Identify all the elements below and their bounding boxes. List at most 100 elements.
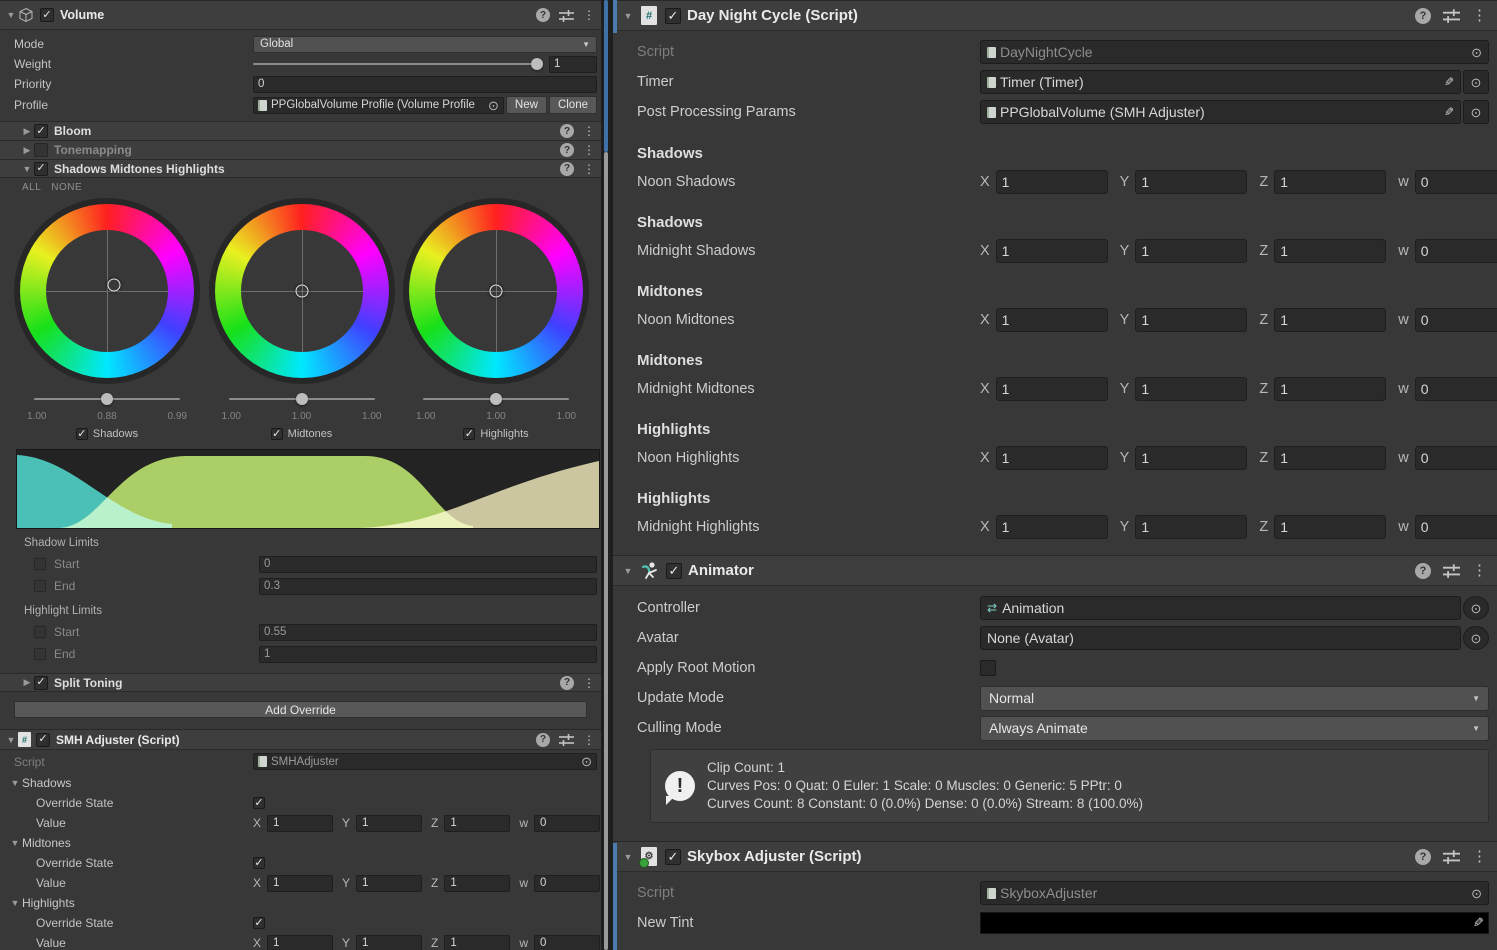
w-field[interactable]: 0 — [1415, 170, 1497, 194]
foldout-arrow-icon[interactable]: ▼ — [621, 11, 635, 21]
z-field[interactable]: 1 — [444, 815, 510, 832]
slider-handle[interactable] — [490, 393, 502, 405]
timer-object-field[interactable]: Timer (Timer) ✎ — [980, 70, 1461, 94]
object-picker-icon[interactable]: ⊙ — [1471, 106, 1482, 119]
help-icon[interactable]: ? — [560, 124, 574, 138]
x-field[interactable]: 1 — [996, 515, 1108, 539]
foldout-arrow-icon[interactable]: ▶ — [20, 126, 34, 137]
foldout-arrow-icon[interactable]: ▼ — [4, 735, 18, 745]
y-field[interactable]: 1 — [356, 935, 422, 950]
foldout-arrow-icon[interactable]: ▼ — [621, 566, 635, 576]
y-field[interactable]: 1 — [356, 815, 422, 832]
slider-handle[interactable] — [101, 393, 113, 405]
x-field[interactable]: 1 — [267, 935, 333, 950]
kebab-menu-icon[interactable]: ⋮ — [583, 9, 595, 21]
foldout-arrow-icon[interactable]: ▼ — [621, 852, 635, 862]
override-state-checkbox[interactable]: ✓ — [253, 857, 265, 869]
y-field[interactable]: 1 — [356, 875, 422, 892]
x-field[interactable]: 1 — [996, 239, 1108, 263]
y-field[interactable]: 1 — [1135, 377, 1247, 401]
color-wheel[interactable] — [14, 198, 200, 384]
weight-slider[interactable] — [253, 57, 543, 71]
wheel-value-slider[interactable] — [34, 392, 180, 406]
limit-checkbox[interactable] — [34, 648, 46, 660]
update-mode-dropdown[interactable]: Normal ▼ — [980, 686, 1489, 711]
limit-checkbox[interactable] — [34, 626, 46, 638]
avatar-object-field[interactable]: None (Avatar) — [980, 626, 1461, 650]
culling-mode-dropdown[interactable]: Always Animate ▼ — [980, 716, 1489, 741]
kebab-menu-icon[interactable]: ⋮ — [1472, 849, 1487, 864]
presets-icon[interactable] — [1443, 8, 1460, 23]
object-picker-icon[interactable]: ⊙ — [1471, 632, 1482, 645]
mode-dropdown[interactable]: Global ▼ — [253, 36, 597, 53]
w-field[interactable]: 0 — [534, 935, 600, 950]
z-field[interactable]: 1 — [1274, 308, 1386, 332]
script-object-field[interactable]: SkyboxAdjuster ⊙ — [980, 881, 1489, 905]
wheel-highlights-checkbox[interactable]: ✓ — [463, 428, 475, 440]
split-toning-enabled-checkbox[interactable]: ✓ — [34, 676, 48, 690]
foldout-arrow-icon[interactable]: ▼ — [8, 778, 22, 788]
color-wheel[interactable] — [403, 198, 589, 384]
kebab-menu-icon[interactable]: ⋮ — [583, 125, 595, 137]
limit-checkbox[interactable] — [34, 580, 46, 592]
limit-checkbox[interactable] — [34, 558, 46, 570]
y-field[interactable]: 1 — [1135, 515, 1247, 539]
new-button[interactable]: New — [506, 96, 547, 114]
z-field[interactable]: 1 — [1274, 446, 1386, 470]
presets-icon[interactable] — [559, 733, 574, 746]
weight-field[interactable]: 1 — [549, 56, 597, 73]
none-button[interactable]: NONE — [51, 182, 82, 196]
x-field[interactable]: 1 — [996, 446, 1108, 470]
skybox-adjuster-enabled-checkbox[interactable]: ✓ — [665, 849, 681, 865]
object-picker-icon[interactable]: ⊙ — [1471, 887, 1482, 900]
y-field[interactable]: 1 — [1135, 308, 1247, 332]
z-field[interactable]: 1 — [1274, 377, 1386, 401]
help-icon[interactable]: ? — [560, 162, 574, 176]
foldout-midtones[interactable]: ▼Midtones — [0, 833, 601, 853]
object-picker-icon[interactable]: ⊙ — [488, 99, 499, 112]
object-picker-icon[interactable]: ⊙ — [1471, 46, 1482, 59]
z-field[interactable]: 1 — [1274, 515, 1386, 539]
eyedropper-icon[interactable]: ✎ — [1473, 915, 1484, 931]
object-picker-icon[interactable]: ⊙ — [581, 755, 592, 768]
w-field[interactable]: 0 — [1415, 446, 1497, 470]
highlight-end-field[interactable]: 1 — [259, 646, 597, 663]
kebab-menu-icon[interactable]: ⋮ — [583, 144, 595, 156]
z-field[interactable]: 1 — [444, 875, 510, 892]
scrollbar-track[interactable] — [604, 0, 608, 152]
edit-pen-icon[interactable]: ✎ — [1444, 76, 1454, 88]
clone-button[interactable]: Clone — [549, 96, 597, 114]
animator-component-header[interactable]: ▼ ✓ Animator ? ⋮ — [613, 555, 1497, 586]
script-object-field[interactable]: DayNightCycle ⊙ — [980, 40, 1489, 64]
help-icon[interactable]: ? — [560, 676, 574, 690]
help-icon[interactable]: ? — [1415, 8, 1431, 24]
foldout-arrow-icon[interactable]: ▼ — [20, 164, 34, 174]
w-field[interactable]: 0 — [534, 815, 600, 832]
y-field[interactable]: 1 — [1135, 446, 1247, 470]
wheel-midtones-checkbox[interactable]: ✓ — [271, 428, 283, 440]
foldout-arrow-icon[interactable]: ▼ — [8, 898, 22, 908]
bloom-override-header[interactable]: ▶ ✓ Bloom ? ⋮ — [0, 121, 601, 140]
tonemapping-enabled-checkbox[interactable] — [34, 143, 48, 157]
foldout-arrow-icon[interactable]: ▶ — [20, 677, 34, 688]
x-field[interactable]: 1 — [267, 815, 333, 832]
w-field[interactable]: 0 — [1415, 308, 1497, 332]
help-icon[interactable]: ? — [536, 8, 550, 22]
foldout-shadows[interactable]: ▼Shadows — [0, 773, 601, 793]
override-state-checkbox[interactable]: ✓ — [253, 917, 265, 929]
smh-enabled-checkbox[interactable]: ✓ — [34, 162, 48, 176]
kebab-menu-icon[interactable]: ⋮ — [1472, 563, 1487, 578]
kebab-menu-icon[interactable]: ⋮ — [1472, 8, 1487, 23]
wheel-value-slider[interactable] — [229, 392, 375, 406]
smh-adjuster-component-header[interactable]: ▼ # ✓ SMH Adjuster (Script) ? ⋮ — [0, 729, 601, 750]
y-field[interactable]: 1 — [1135, 170, 1247, 194]
color-indicator[interactable] — [295, 285, 308, 298]
presets-icon[interactable] — [559, 9, 574, 22]
kebab-menu-icon[interactable]: ⋮ — [583, 677, 595, 689]
w-field[interactable]: 0 — [1415, 515, 1497, 539]
presets-icon[interactable] — [1443, 849, 1460, 864]
object-picker-icon[interactable]: ⊙ — [1471, 76, 1482, 89]
profile-object-field[interactable]: PPGlobalVolume Profile (Volume Profile ⊙ — [253, 97, 504, 114]
wheel-value-slider[interactable] — [423, 392, 569, 406]
x-field[interactable]: 1 — [996, 377, 1108, 401]
